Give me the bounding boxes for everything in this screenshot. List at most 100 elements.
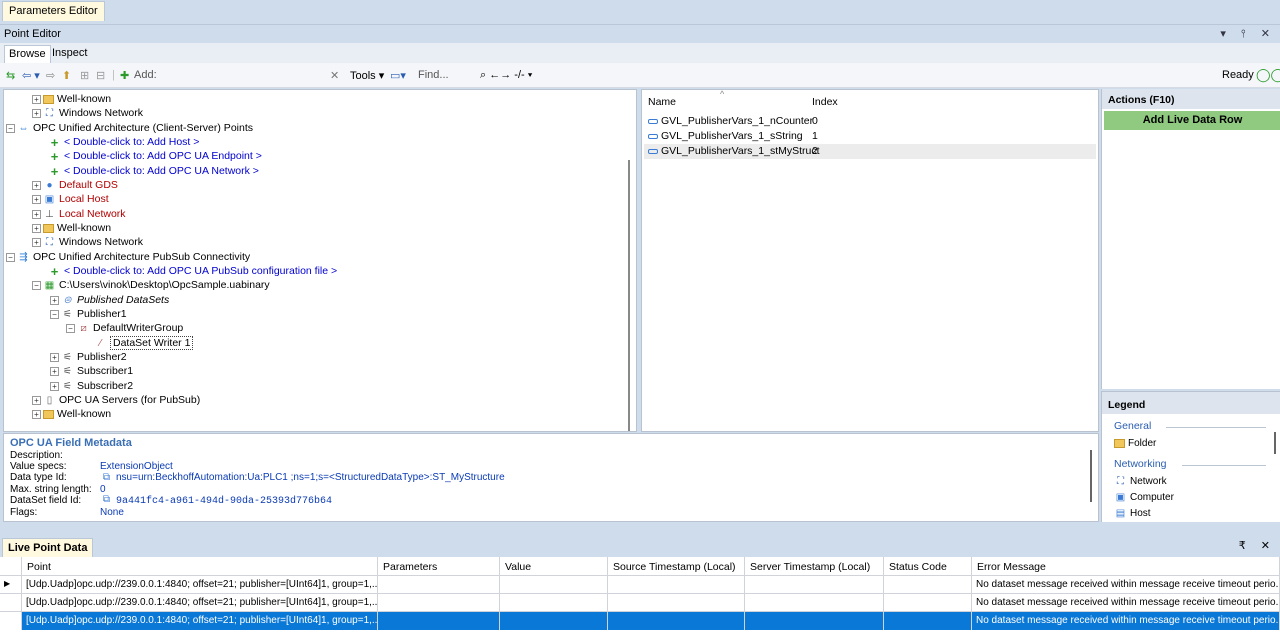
add-label[interactable]: Add: xyxy=(134,69,157,81)
tree-scrollbar[interactable] xyxy=(628,160,630,431)
tree-item[interactable]: + ⊥ Local Network xyxy=(32,207,126,221)
expand-icon[interactable]: + xyxy=(50,381,59,391)
clear-icon[interactable]: ✕ xyxy=(330,69,339,82)
cell-status-code[interactable] xyxy=(884,576,972,594)
back-icon[interactable]: ⇦ ▾ xyxy=(22,69,40,82)
tree-item[interactable]: + < Double-click to: Add Host > xyxy=(48,135,200,149)
layout-icon[interactable]: ▭▾ xyxy=(390,69,406,82)
tree-item[interactable]: + Well-known xyxy=(32,407,111,421)
tab-browse[interactable]: Browse xyxy=(4,45,51,63)
tree-item[interactable]: + Well-known xyxy=(32,92,111,106)
column-header-index[interactable]: Index xyxy=(812,96,838,108)
copy-icon[interactable]: ⧉ xyxy=(100,495,113,506)
tools-menu[interactable]: Tools ▾ xyxy=(350,69,384,82)
cell-parameters[interactable] xyxy=(378,612,500,630)
data-type-value[interactable]: ⧉ nsu=urn:BeckhoffAutomation:Ua:PLC1 ;ns=… xyxy=(100,472,505,483)
cell-point[interactable]: [Udp.Uadp]opc.udp://239.0.0.1:4840; offs… xyxy=(22,576,378,594)
column-parameters[interactable]: Parameters xyxy=(378,557,500,576)
tree-item[interactable]: − ▦ C:\Users\vinok\Desktop\OpcSample.uabin… xyxy=(32,278,270,292)
forward-icon[interactable]: ⇨ xyxy=(46,69,55,82)
tree-item[interactable]: + ▣ Local Host xyxy=(32,192,109,206)
tree-item[interactable]: + < Double-click to: Add OPC UA Network > xyxy=(48,164,259,178)
tree-item[interactable]: + ▯ OPC UA Servers (for PubSub) xyxy=(32,393,200,407)
cell-status-code[interactable] xyxy=(884,612,972,630)
expand-icon[interactable]: + xyxy=(32,194,41,204)
find-input[interactable]: Find... xyxy=(418,69,449,81)
collapse-icon[interactable]: − xyxy=(50,309,59,319)
expand-icon[interactable]: + xyxy=(32,180,41,190)
column-value[interactable]: Value xyxy=(500,557,608,576)
up-folder-icon[interactable]: ⬆ xyxy=(62,69,71,82)
legend-scrollbar[interactable] xyxy=(1274,432,1276,454)
cell-value[interactable] xyxy=(500,594,608,612)
expand-icon[interactable]: + xyxy=(50,295,59,305)
table-row[interactable]: ▶ [Udp.Uadp]opc.udp://239.0.0.1:4840; of… xyxy=(0,576,1280,594)
cell-server-timestamp[interactable] xyxy=(745,594,884,612)
column-source-timestamp[interactable]: Source Timestamp (Local) xyxy=(608,557,745,576)
tree-item[interactable]: + ⚟ Subscriber2 xyxy=(50,379,133,393)
collapse-icon[interactable]: − xyxy=(6,252,15,262)
list-item[interactable]: GVL_PublisherVars_1_sString 1 xyxy=(644,129,1096,144)
cell-source-timestamp[interactable] xyxy=(608,594,745,612)
cell-point[interactable]: [Udp.Uadp]opc.udp://239.0.0.1:4840; offs… xyxy=(22,612,378,630)
cell-parameters[interactable] xyxy=(378,594,500,612)
tab-live-point-data[interactable]: Live Point Data xyxy=(2,538,94,557)
tree-item[interactable]: + Well-known xyxy=(32,221,111,235)
tree-item[interactable]: ⁄ DataSet Writer 1 xyxy=(94,336,194,350)
expand-icon[interactable]: + xyxy=(32,94,41,104)
tree-item[interactable]: + ⚟ Publisher2 xyxy=(50,350,127,364)
cell-error-message[interactable]: No dataset message received within messa… xyxy=(972,576,1280,594)
list-item-highlighted[interactable]: GVL_PublisherVars_1_stMyStruct 2 xyxy=(644,144,1096,159)
cell-point[interactable]: [Udp.Uadp]opc.udp://239.0.0.1:4840; offs… xyxy=(22,594,378,612)
collapse-icon[interactable]: − xyxy=(32,280,41,290)
table-row[interactable]: [Udp.Uadp]opc.udp://239.0.0.1:4840; offs… xyxy=(0,594,1280,612)
copy-icon[interactable]: ⧉ xyxy=(100,472,113,483)
address-tree[interactable]: + Well-known + ⛶ Windows Network − ⇔ OPC Unif… xyxy=(3,89,637,432)
tree-item[interactable]: − ⇶ OPC Unified Architecture PubSub Connec… xyxy=(6,250,250,264)
collapse-icon[interactable]: − xyxy=(6,123,15,133)
add-live-data-row-button[interactable]: Add Live Data Row xyxy=(1104,111,1280,130)
tree-item[interactable]: + ⚟ Subscriber1 xyxy=(50,364,133,378)
find-nav[interactable]: ⌕ ←→ -/- ▾ xyxy=(480,69,532,82)
column-error-message[interactable]: Error Message xyxy=(972,557,1280,576)
collapse-icon[interactable]: − xyxy=(66,323,75,333)
variable-list[interactable]: Name ^ Index GVL_PublisherVars_1_nCounte… xyxy=(641,89,1099,432)
cell-error-message[interactable]: No dataset message received within messa… xyxy=(972,612,1280,630)
tree-item[interactable]: + < Double-click to: Add OPC UA PubSub co… xyxy=(48,264,337,278)
field-id-value[interactable]: ⧉ 9a441fc4-a961-494d-90da-25393d776b64 xyxy=(100,495,332,507)
column-header-name[interactable]: Name xyxy=(648,96,676,108)
expand-icon[interactable]: + xyxy=(32,223,41,233)
window-controls[interactable]: ▾ ⫯ ✕ xyxy=(1220,27,1276,41)
column-status-code[interactable]: Status Code xyxy=(884,557,972,576)
cell-value[interactable] xyxy=(500,576,608,594)
refresh-icon[interactable]: ⇆ xyxy=(6,69,15,82)
expand-icon[interactable]: + xyxy=(32,237,41,247)
metadata-scrollbar[interactable] xyxy=(1090,450,1092,502)
cell-value[interactable] xyxy=(500,612,608,630)
column-point[interactable]: Point xyxy=(22,557,378,576)
live-data-grid[interactable]: Point Parameters Value Source Timestamp … xyxy=(0,557,1280,643)
column-server-timestamp[interactable]: Server Timestamp (Local) xyxy=(745,557,884,576)
tree-item[interactable]: − ⚟ Publisher1 xyxy=(50,307,127,321)
tree-icon[interactable]: ⊞ xyxy=(80,69,89,82)
cell-error-message[interactable]: No dataset message received within messa… xyxy=(972,594,1280,612)
cell-parameters[interactable] xyxy=(378,576,500,594)
tree-item[interactable]: + ⊜ Published DataSets xyxy=(50,293,169,307)
tree-item[interactable]: + ⛶ Windows Network xyxy=(32,235,143,249)
cell-server-timestamp[interactable] xyxy=(745,612,884,630)
tree-item[interactable]: − ⇔ OPC Unified Architecture (Client-Serve… xyxy=(6,121,253,135)
expand-icon[interactable]: + xyxy=(32,209,41,219)
live-panel-controls[interactable]: ₹ ✕ xyxy=(1239,539,1276,552)
tree-alt-icon[interactable]: ⊟ xyxy=(96,69,105,82)
tab-parameters-editor[interactable]: Parameters Editor xyxy=(2,1,105,21)
tab-inspect[interactable]: Inspect xyxy=(48,45,91,63)
tree-item[interactable]: − ⧄ DefaultWriterGroup xyxy=(66,321,183,335)
table-row-selected[interactable]: [Udp.Uadp]opc.udp://239.0.0.1:4840; offs… xyxy=(0,612,1280,630)
expand-icon[interactable]: + xyxy=(32,108,41,118)
cell-source-timestamp[interactable] xyxy=(608,576,745,594)
tree-item[interactable]: + ● Default GDS xyxy=(32,178,118,192)
cell-source-timestamp[interactable] xyxy=(608,612,745,630)
tree-item[interactable]: + ⛶ Windows Network xyxy=(32,106,143,120)
cell-server-timestamp[interactable] xyxy=(745,576,884,594)
expand-icon[interactable]: + xyxy=(50,366,59,376)
